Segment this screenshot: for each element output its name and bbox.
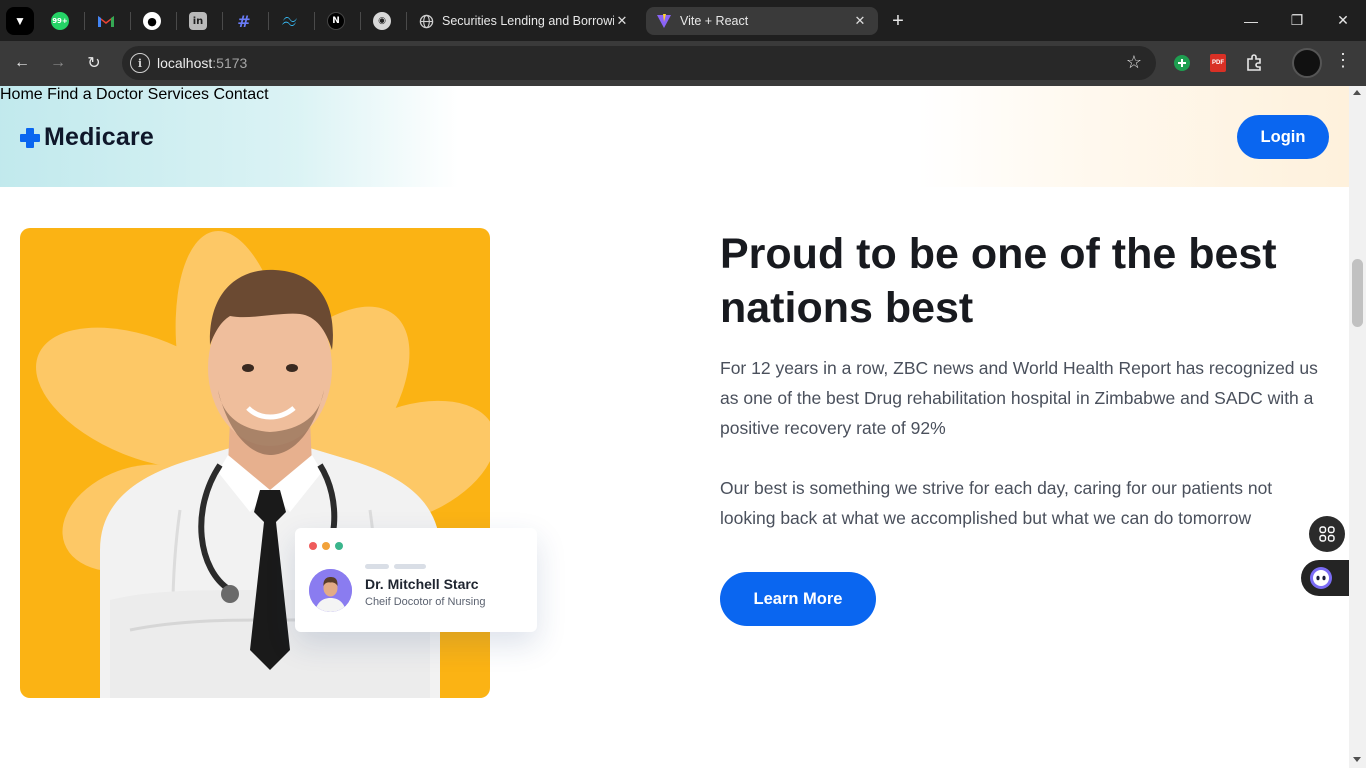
tab-divider: [130, 12, 131, 30]
floating-apps-button[interactable]: [1309, 516, 1345, 552]
scrollbar-thumb[interactable]: [1352, 259, 1363, 327]
globe-icon: [418, 13, 434, 29]
tab-vite-react[interactable]: Vite + React ✕: [646, 7, 878, 35]
doctor-card: Dr. Mitchell Starc Cheif Docotor of Nurs…: [295, 528, 537, 632]
scroll-down-arrow-icon[interactable]: [1353, 757, 1361, 762]
extension-pdf-button[interactable]: PDF: [1206, 51, 1230, 75]
address-bar[interactable]: i localhost:5173 ☆: [122, 46, 1156, 80]
doctor-avatar: [309, 569, 352, 612]
tailwind-icon: [281, 12, 299, 30]
learn-more-button[interactable]: Learn More: [720, 572, 876, 626]
arrow-left-icon: ←: [14, 54, 30, 71]
puzzle-icon: [1247, 54, 1261, 71]
profile-avatar[interactable]: [1292, 48, 1322, 78]
medical-cross-icon: [20, 127, 40, 148]
browser-toolbar: ← → ↻ i localhost:5173 ☆ PDF ⋮: [0, 41, 1366, 86]
brand-name: Medicare: [44, 123, 154, 151]
hero-title: Proud to be one of the best nations best: [720, 230, 1277, 332]
tab-title: Vite + React: [680, 14, 749, 28]
tab-search-button[interactable]: ▼: [6, 7, 34, 35]
main-nav: Home Find a Doctor Services Contact: [0, 86, 1349, 104]
close-icon[interactable]: ✕: [852, 13, 868, 29]
window-dot-orange: [322, 542, 330, 550]
pdf-icon: PDF: [1210, 54, 1226, 72]
vite-icon: [656, 13, 672, 29]
assistant-bot-icon: [1310, 567, 1332, 589]
whatsapp-icon: 99+: [51, 12, 69, 30]
close-icon[interactable]: ✕: [614, 13, 630, 29]
tab-divider: [360, 12, 361, 30]
minimize-button[interactable]: —: [1228, 0, 1274, 41]
browser-tab-bar: ▼ 99+ ● in # N ◉ Securities Lending and …: [0, 0, 1366, 41]
page-scrollbar[interactable]: [1349, 86, 1366, 768]
tab-divider: [268, 12, 269, 30]
window-dot-green: [335, 542, 343, 550]
pinned-tab-copilot[interactable]: ◉: [362, 7, 402, 35]
back-button[interactable]: ←: [8, 49, 36, 77]
url-port: :5173: [212, 55, 248, 71]
extension-add-button[interactable]: [1170, 51, 1194, 75]
close-window-button[interactable]: ✕: [1320, 0, 1366, 41]
scroll-up-arrow-icon[interactable]: [1353, 90, 1361, 95]
minimize-icon: —: [1244, 12, 1258, 29]
url-text[interactable]: localhost:5173: [157, 55, 247, 71]
floating-assistant-button[interactable]: [1301, 560, 1349, 596]
chevron-down-icon: ▼: [14, 14, 26, 28]
apps-grid-icon: [1319, 526, 1335, 542]
tab-divider: [84, 12, 85, 30]
tab-securities-lending[interactable]: Securities Lending and Borrowin ✕: [408, 7, 640, 35]
hero-paragraph-1: For 12 years in a row, ZBC news and Worl…: [720, 358, 1318, 438]
window-dot-red: [309, 542, 317, 550]
pinned-tab-gmail[interactable]: [86, 7, 126, 35]
github-icon: ●: [143, 12, 161, 30]
copilot-icon: ◉: [373, 12, 391, 30]
tab-divider: [406, 12, 407, 30]
site-logo[interactable]: Medicare: [20, 123, 154, 152]
pinned-tab-whatsapp[interactable]: 99+: [40, 7, 80, 35]
new-tab-button[interactable]: +: [884, 7, 912, 35]
tab-title: Securities Lending and Borrowin: [442, 14, 614, 28]
pinned-tab-linkedin[interactable]: in: [178, 7, 218, 35]
doctor-role: Cheif Docotor of Nursing: [365, 596, 486, 608]
nav-link-home[interactable]: Home: [0, 86, 43, 103]
linkedin-icon: in: [189, 12, 207, 30]
plus-icon: +: [892, 9, 904, 32]
reload-icon: ↻: [87, 55, 101, 72]
site-info-icon[interactable]: i: [130, 53, 150, 73]
tab-divider: [314, 12, 315, 30]
gmail-icon: [97, 12, 115, 30]
notification-badge: 99+: [52, 17, 68, 25]
placeholder-bar: [394, 564, 426, 569]
extensions-button[interactable]: [1242, 51, 1266, 75]
site-header: Medicare Home Find a Doctor Services Con…: [0, 86, 1349, 187]
nav-link-contact[interactable]: Contact: [213, 86, 268, 103]
hashnode-icon: #: [237, 11, 251, 31]
url-host: localhost: [157, 55, 213, 71]
more-menu-icon[interactable]: ⋮: [1333, 50, 1353, 71]
pinned-tab-nextjs[interactable]: N: [316, 7, 356, 35]
login-button[interactable]: Login: [1237, 115, 1329, 159]
placeholder-bar: [365, 564, 389, 569]
nav-link-find-a-doctor[interactable]: Find a Doctor: [47, 86, 143, 103]
doctor-name: Dr. Mitchell Starc: [365, 576, 479, 592]
close-icon: ✕: [1337, 12, 1349, 28]
reload-button[interactable]: ↻: [80, 49, 108, 77]
nextjs-icon: N: [327, 12, 345, 30]
forward-button[interactable]: →: [44, 49, 72, 77]
tab-divider: [222, 12, 223, 30]
bookmark-star-icon[interactable]: ☆: [1126, 52, 1142, 73]
restore-button[interactable]: ❐: [1274, 0, 1320, 41]
pinned-tab-tailwind[interactable]: [270, 7, 310, 35]
pinned-tab-github[interactable]: ●: [132, 7, 172, 35]
arrow-right-icon: →: [50, 54, 66, 71]
nav-link-services[interactable]: Services: [148, 86, 209, 103]
hero-paragraph-2: Our best is something we strive for each…: [720, 478, 1273, 528]
pinned-tab-hashnode[interactable]: #: [224, 7, 264, 35]
restore-icon: ❐: [1290, 12, 1304, 28]
plus-circle-icon: [1174, 55, 1190, 71]
page-viewport: Medicare Home Find a Doctor Services Con…: [0, 86, 1366, 768]
tab-divider: [176, 12, 177, 30]
